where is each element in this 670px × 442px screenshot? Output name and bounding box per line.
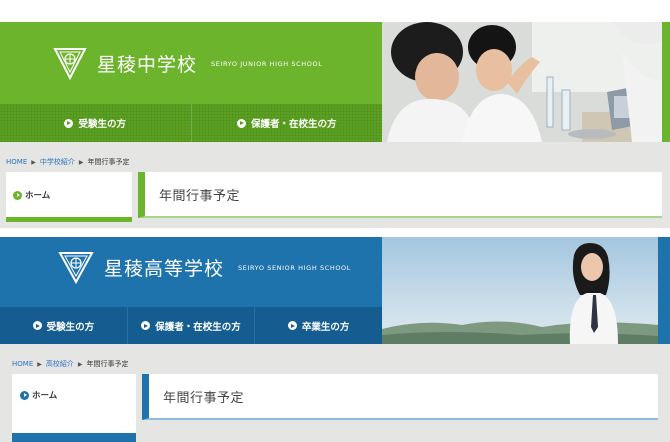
breadcrumb-home[interactable]: HOME xyxy=(12,360,33,368)
junior-content-area: HOME ▶ 中学校紹介 ▶ 年間行事予定 ホーム 年間行事予定 xyxy=(0,142,670,228)
junior-school-name: 星稜中学校 xyxy=(97,53,198,76)
nav-label: 受験生の方 xyxy=(78,119,126,130)
chevron-right-icon: ▶ xyxy=(37,360,42,368)
arrow-circle-icon xyxy=(13,190,22,200)
nav-item-alumni[interactable]: 卒業生の方 xyxy=(254,307,382,344)
nav-label: 保護者・在校生の方 xyxy=(155,321,241,333)
arrow-circle-icon xyxy=(32,321,42,330)
arrow-circle-icon xyxy=(236,118,246,128)
sidebar-item-label: ホーム xyxy=(25,191,51,201)
junior-right-edge xyxy=(662,22,670,142)
chevron-right-icon: ▶ xyxy=(78,158,84,166)
junior-hero-photo xyxy=(382,22,662,142)
chevron-right-icon: ▶ xyxy=(31,158,36,166)
breadcrumb: HOME ▶ 中学校紹介 ▶ 年間行事予定 xyxy=(6,157,130,167)
senior-school-name-en: SEIRYO SENIOR HIGH SCHOOL xyxy=(238,264,351,272)
junior-brand-area: 星稜中学校 SEIRYO JUNIOR HIGH SCHOOL xyxy=(0,22,382,104)
nav-item-parents-students[interactable]: 保護者・在校生の方 xyxy=(126,307,255,344)
arrow-circle-icon xyxy=(20,390,29,400)
breadcrumb-home[interactable]: HOME xyxy=(6,158,27,166)
page-title: 年間行事予定 xyxy=(159,188,241,204)
school-emblem-icon xyxy=(53,46,87,80)
sidebar-item-home[interactable]: ホーム xyxy=(20,389,57,401)
nav-label: 保護者・在校生の方 xyxy=(250,119,337,130)
page-title-box: 年間行事予定 xyxy=(142,374,658,420)
junior-nav: 受験生の方 保護者・在校生の方 xyxy=(0,104,382,142)
breadcrumb-current: 年間行事予定 xyxy=(87,158,130,166)
senior-brand-area: 星稜高等学校 SEIRYO SENIOR HIGH SCHOOL xyxy=(0,237,382,307)
sidebar-item-label: ホーム xyxy=(32,391,58,401)
breadcrumb: HOME ▶ 高校紹介 ▶ 年間行事予定 xyxy=(12,359,129,369)
chevron-right-icon: ▶ xyxy=(77,360,83,368)
junior-school-name-en: SEIRYO JUNIOR HIGH SCHOOL xyxy=(211,60,323,68)
breadcrumb-section[interactable]: 中学校紹介 xyxy=(40,157,75,167)
sidebar-item-home[interactable]: ホーム xyxy=(13,189,50,201)
senior-right-edge xyxy=(658,237,670,344)
arrow-circle-icon xyxy=(287,321,297,330)
senior-logo[interactable]: 星稜高等学校 SEIRYO SENIOR HIGH SCHOOL xyxy=(58,250,351,284)
section-separator xyxy=(0,228,670,237)
junior-sidebar: ホーム xyxy=(6,172,132,222)
senior-school-name: 星稜高等学校 xyxy=(104,257,225,280)
school-emblem-icon xyxy=(58,250,94,284)
junior-logo[interactable]: 星稜中学校 SEIRYO JUNIOR HIGH SCHOOL xyxy=(53,46,322,80)
senior-header: 星稜高等学校 SEIRYO SENIOR HIGH SCHOOL 受験生の方 保… xyxy=(0,237,670,344)
senior-content-area: HOME ▶ 高校紹介 ▶ 年間行事予定 ホーム 年間行事予定 xyxy=(0,344,670,442)
arrow-circle-icon xyxy=(141,321,151,330)
arrow-circle-icon xyxy=(64,118,74,128)
senior-sidebar: ホーム xyxy=(12,374,136,442)
nav-item-applicants[interactable]: 受験生の方 xyxy=(0,307,127,344)
page-title: 年間行事予定 xyxy=(163,390,245,406)
senior-hero-photo xyxy=(382,237,658,344)
senior-nav: 受験生の方 保護者・在校生の方 卒業生の方 xyxy=(0,307,382,344)
nav-label: 卒業生の方 xyxy=(301,321,350,333)
junior-header: 星稜中学校 SEIRYO JUNIOR HIGH SCHOOL 受験生の方 保護… xyxy=(0,22,670,142)
breadcrumb-current: 年間行事予定 xyxy=(86,360,129,368)
nav-label: 受験生の方 xyxy=(46,321,95,333)
page-title-box: 年間行事予定 xyxy=(138,172,662,218)
nav-item-applicants[interactable]: 受験生の方 xyxy=(0,104,191,142)
nav-item-parents-students[interactable]: 保護者・在校生の方 xyxy=(190,104,383,142)
breadcrumb-section[interactable]: 高校紹介 xyxy=(46,359,74,369)
